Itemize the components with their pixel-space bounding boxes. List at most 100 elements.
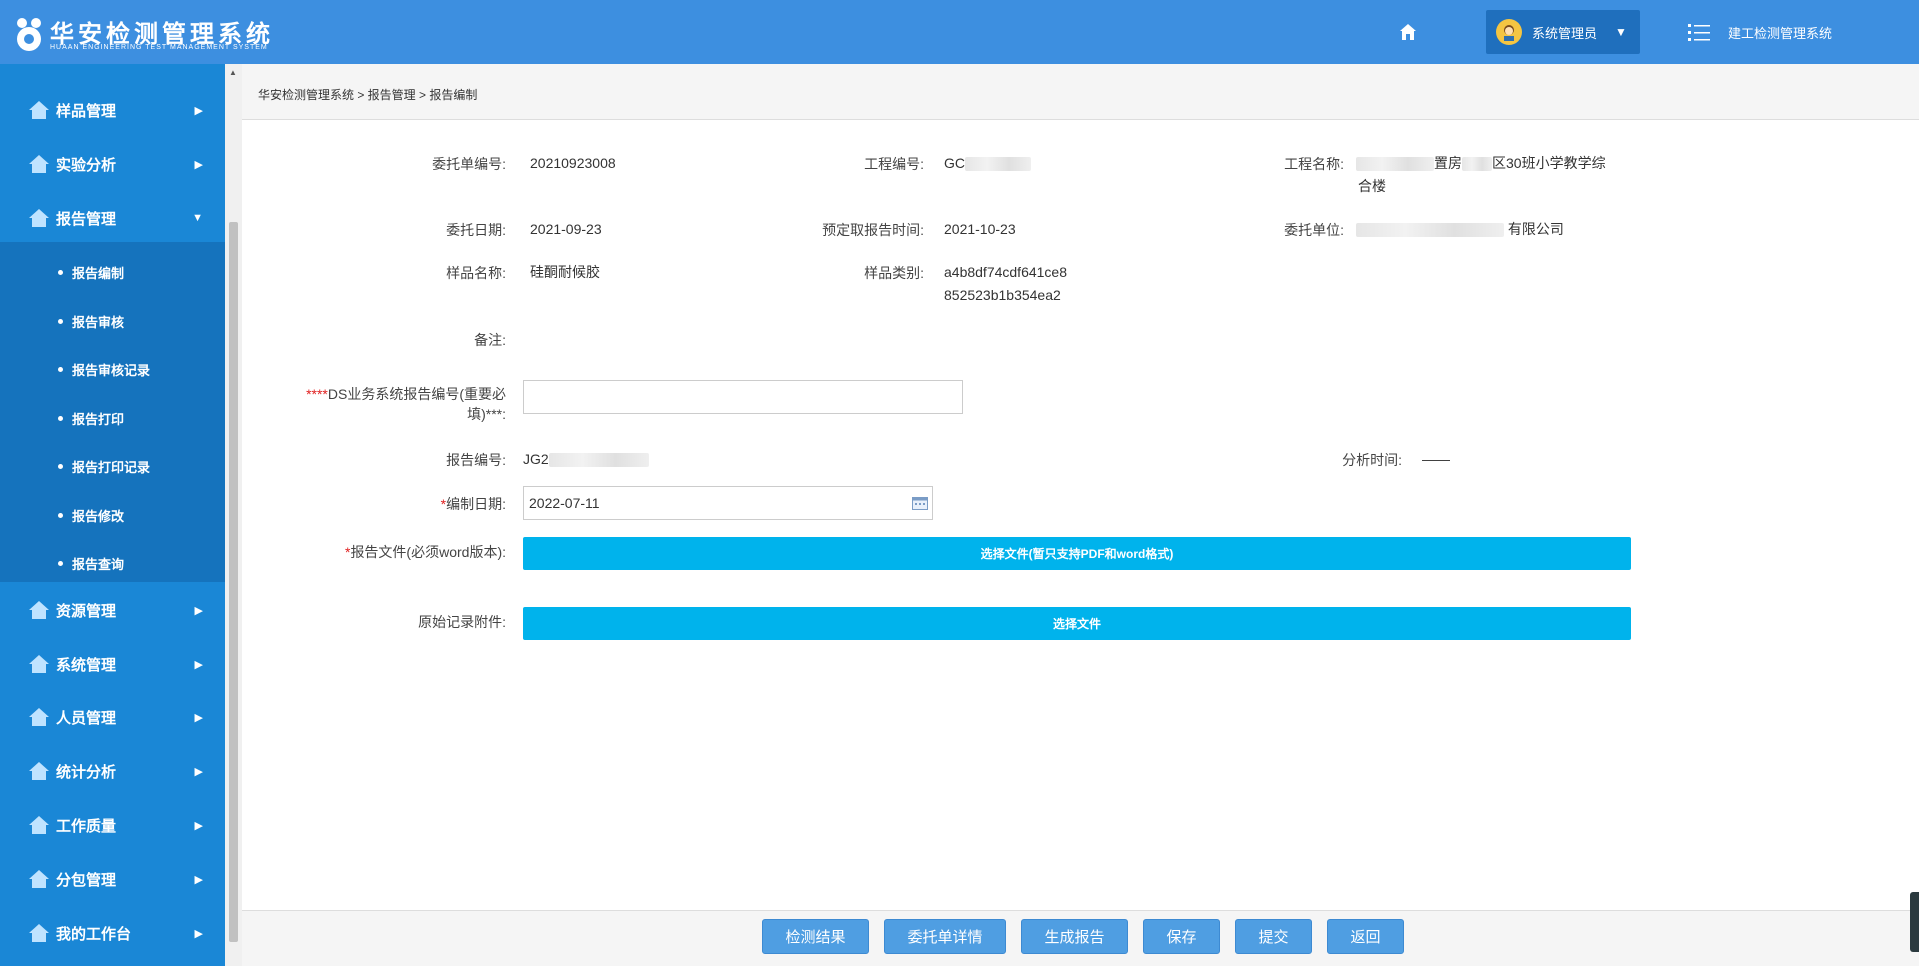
sidebar-item-label: 工作质量 [56,817,117,835]
chevron-right-icon: ▶ [194,873,203,886]
client-value: 有限公司 [1356,218,1564,241]
project-no-prefix: GC [944,155,965,171]
sidebar-subitem-label: 报告编制 [72,265,125,281]
sidebar-item-subcontract[interactable]: 分包管理 ▶ [0,852,225,906]
sidebar-subitem-label: 报告打印记录 [72,459,151,475]
report-no-label: 报告编号: [446,452,506,468]
generate-report-button[interactable]: 生成报告 [1021,919,1128,954]
system-link-label: 建工检测管理系统 [1728,25,1833,41]
sidebar-item-label: 人员管理 [56,709,117,727]
sidebar-subitem-report-review[interactable]: 报告审核 [0,297,225,345]
home-icon [29,101,49,119]
home-icon [29,155,49,173]
sidebar-subitem-report-modify[interactable]: 报告修改 [0,491,225,539]
redacted-block [1462,157,1492,172]
save-button[interactable]: 保存 [1143,919,1220,954]
sidebar-item-label: 系统管理 [56,656,117,674]
report-no-prefix: JG2 [523,451,549,467]
report-file-label-text: 报告文件(必须word版本): [350,544,506,560]
choose-report-file-button[interactable]: 选择文件(暂只支持PDF和word格式) [523,537,1631,570]
project-name-part2: 区30班小学教学综 [1492,155,1606,171]
report-no-value: JG2 [523,448,649,471]
commission-no-value: 20210923008 [530,155,616,171]
user-name: 系统管理员 [1532,25,1598,41]
choose-attachment-button[interactable]: 选择文件 [523,607,1631,640]
sidebar-item-label: 统计分析 [56,763,117,781]
home-icon [29,655,49,673]
home-icon [29,816,49,834]
compile-date-label-text: 编制日期: [446,496,506,512]
sidebar-item-resource-management[interactable]: 资源管理 ▶ [0,583,225,637]
project-no-value: GC [944,152,1031,175]
sidebar-item-report-management[interactable]: 报告管理 ▼ [0,191,225,245]
sidebar-item-my-workbench[interactable]: 我的工作台 ▶ [0,906,225,960]
test-results-button[interactable]: 检测结果 [762,919,869,954]
analysis-time-label: 分析时间: [1342,452,1402,468]
home-icon [29,601,49,619]
sidebar-item-statistics[interactable]: 统计分析 ▶ [0,744,225,798]
bullet-icon [58,415,63,421]
sample-name-label: 样品名称: [446,265,506,281]
bullet-icon [58,512,63,518]
client-label: 委托单位: [1284,222,1344,238]
home-icon [29,762,49,780]
commission-details-button[interactable]: 委托单详情 [884,919,1006,954]
sidebar-subitem-report-query[interactable]: 报告查询 [0,539,225,587]
list-icon [1688,24,1710,41]
sidebar-item-label: 资源管理 [56,602,117,620]
compile-date-field[interactable] [523,486,933,520]
user-menu[interactable]: 系统管理员 ▼ [1486,10,1640,54]
project-name-label: 工程名称: [1284,156,1344,172]
chevron-down-icon: ▼ [1615,25,1627,39]
compile-date-label: *编制日期: [382,494,506,514]
system-switch-link[interactable]: 建工检测管理系统 [1688,22,1832,42]
chevron-right-icon: ▶ [194,604,203,617]
redacted-block [1356,223,1504,238]
sidebar-subitem-report-compile[interactable]: 报告编制 [0,248,225,296]
submit-button[interactable]: 提交 [1235,919,1312,954]
compile-date-input[interactable] [524,487,894,519]
project-name-part1: 置房 [1434,155,1462,171]
logo-subtitle: HUAAN ENGINEERING TEST MANAGEMENT SYSTEM [50,44,268,51]
remark-label: 备注: [474,332,506,348]
home-icon[interactable] [1396,20,1420,44]
original-attach-label: 原始记录附件: [418,614,506,630]
home-icon [29,924,49,942]
sidebar-item-label: 报告管理 [56,210,117,228]
sample-name-value: 硅酮耐候胶 [530,264,600,280]
report-file-label: *报告文件(必须word版本): [272,542,506,562]
sidebar-item-sample-management[interactable]: 样品管理 ▶ [0,83,225,137]
sidebar-item-personnel-management[interactable]: 人员管理 ▶ [0,690,225,744]
bullet-icon [58,318,63,324]
sidebar-subitem-review-records[interactable]: 报告审核记录 [0,345,225,393]
sidebar-item-system-management[interactable]: 系统管理 ▶ [0,637,225,691]
sample-category-line2: 852523b1b354ea2 [944,287,1061,303]
scheduled-time-label: 预定取报告时间: [822,222,924,238]
scroll-up-icon[interactable]: ▲ [229,68,237,77]
chevron-right-icon: ▶ [194,927,203,940]
calendar-icon[interactable] [912,496,928,510]
sidebar-subitem-print-records[interactable]: 报告打印记录 [0,442,225,490]
breadcrumb-bar: 华安检测管理系统 > 报告管理 > 报告编制 [242,64,1919,120]
sidebar-item-work-quality[interactable]: 工作质量 ▶ [0,798,225,852]
sidebar-subitem-label: 报告审核 [72,314,125,330]
project-name-line2: 合楼 [1358,178,1386,194]
ds-report-no-input[interactable] [523,380,963,414]
sidebar-item-label: 实验分析 [56,156,117,174]
action-bar: 检测结果 委托单详情 生成报告 保存 提交 返回 [242,910,1919,966]
ds-no-label-text: DS业务系统报告编号(重要必 [327,386,506,402]
commission-no-label: 委托单编号: [432,156,506,172]
client-suffix: 有限公司 [1507,221,1564,237]
ds-no-label: ****DS业务系统报告编号(重要必 填)***: [272,384,506,424]
commission-date-label: 委托日期: [446,222,506,238]
commission-date-value: 2021-09-23 [530,221,602,237]
side-toolbar-handle[interactable] [1910,892,1919,952]
chevron-right-icon: ▶ [194,711,203,724]
report-submenu: 报告编制 报告审核 报告审核记录 报告打印 报告打印记录 报告修改 报告查询 [0,242,225,582]
back-button[interactable]: 返回 [1327,919,1404,954]
sidebar-item-experiment-analysis[interactable]: 实验分析 ▶ [0,137,225,191]
sidebar-scroll-thumb[interactable] [229,222,238,942]
sidebar-item-label: 我的工作台 [56,925,132,943]
sidebar-subitem-label: 报告打印 [72,411,125,427]
sidebar-subitem-report-print[interactable]: 报告打印 [0,394,225,442]
